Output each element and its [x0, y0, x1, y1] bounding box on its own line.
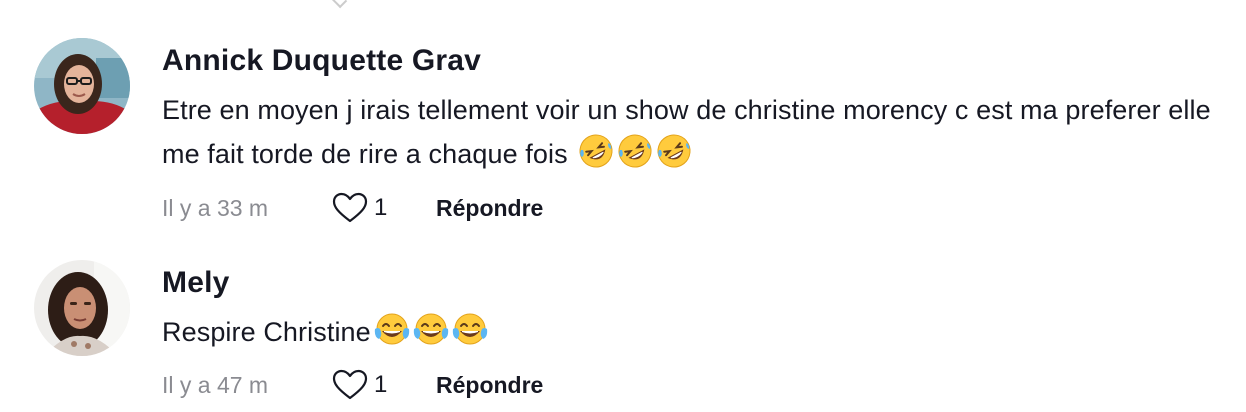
comment-username[interactable]: Mely	[162, 266, 230, 300]
tears-of-joy-emoji-icon	[374, 313, 409, 345]
reply-button[interactable]: Répondre	[436, 195, 543, 222]
comment-text-body: Respire Christine	[162, 317, 371, 347]
rolling-on-floor-laughing-emoji-icon	[579, 134, 613, 168]
comment-text: Respire Christine	[162, 310, 1222, 354]
rolling-on-floor-laughing-emoji-icon	[657, 134, 691, 168]
comment-timestamp: Il y a 47 m	[162, 371, 269, 398]
comment-meta: Il y a 33 m 1 Répondre	[162, 192, 543, 224]
like-count: 1	[374, 194, 388, 221]
like-count: 1	[374, 371, 388, 398]
reply-button[interactable]: Répondre	[436, 372, 543, 399]
comment-timestamp: Il y a 33 m	[162, 194, 269, 221]
comment-username[interactable]: Annick Duquette Grav	[162, 44, 481, 78]
avatar[interactable]	[34, 260, 130, 356]
rolling-on-floor-laughing-emoji-icon	[618, 134, 652, 168]
like-button[interactable]: 1	[332, 369, 436, 401]
like-button[interactable]: 1	[332, 192, 436, 224]
avatar[interactable]	[34, 38, 130, 134]
previous-comment-edge	[328, 0, 348, 9]
heart-outline-icon[interactable]	[332, 192, 368, 224]
comment-text: Etre en moyen j irais tellement voir un …	[162, 88, 1222, 176]
tears-of-joy-emoji-icon	[413, 313, 448, 345]
heart-outline-icon[interactable]	[332, 369, 368, 401]
tears-of-joy-emoji-icon	[452, 313, 487, 345]
comment-meta: Il y a 47 m 1 Répondre	[162, 369, 543, 401]
